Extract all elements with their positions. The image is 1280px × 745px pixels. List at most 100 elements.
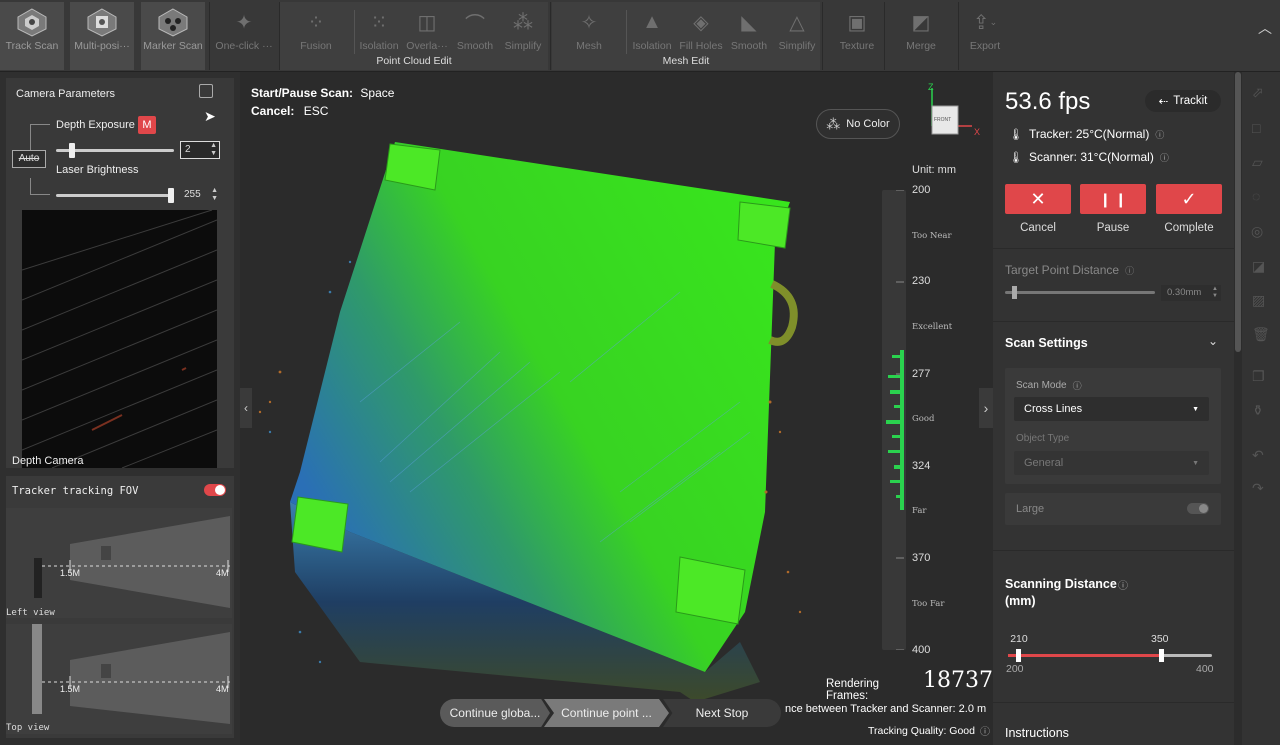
connected-select-icon[interactable]: ◎	[1251, 223, 1263, 240]
info-icon[interactable]: ⓘ	[1118, 578, 1128, 595]
pause-label: Pause	[1096, 222, 1130, 234]
marker-scan-button[interactable]: Marker Scan	[141, 2, 205, 70]
step-continue-point[interactable]: Continue point ...	[544, 699, 669, 727]
target-point-distance-slider[interactable]	[1005, 286, 1155, 299]
chevron-right-icon: ›	[983, 400, 989, 416]
tracker-fov-title: Tracker tracking FOV	[12, 485, 139, 497]
point-cloud-edit-label: Point Cloud Edit	[376, 55, 452, 67]
right-panel-scrollbar[interactable]	[1234, 72, 1242, 745]
dropdown-arrow-icon: ▼	[1192, 459, 1199, 467]
complete-scan-button[interactable]: ✓	[1156, 184, 1222, 214]
one-click-button[interactable]: ✦ One-click ···	[212, 2, 276, 66]
overlap-label: Overla···	[406, 40, 448, 52]
scale-value-230: 230	[912, 275, 931, 287]
collapse-left-panel-button[interactable]: ‹	[240, 388, 252, 428]
fov-near-label-top: 1.5M	[60, 684, 81, 694]
target-point-distance-input[interactable]: 0.30mm ▲ ▼	[1161, 285, 1221, 301]
isolation-icon: ⁙	[370, 11, 388, 34]
stepper-icon[interactable]: ▲ ▼	[210, 142, 217, 158]
3d-viewport[interactable]: Start/Pause Scan: Space Cancel: ESC ⁂ No…	[240, 72, 993, 745]
range-high-value: 350	[1151, 633, 1169, 645]
scan-mode-select[interactable]: Cross Lines ▼	[1014, 397, 1209, 421]
view-cube[interactable]: Z X FRONT	[920, 80, 980, 140]
scan-settings-title: Scan Settings	[1005, 336, 1088, 350]
large-label: Large	[1016, 503, 1045, 515]
depth-camera-label: Depth Camera	[12, 455, 84, 467]
step-next-stop[interactable]: Next Stop	[663, 699, 781, 727]
scale-value-370: 370	[912, 552, 931, 564]
depth-exposure-slider[interactable]	[56, 143, 174, 158]
track-scan-button[interactable]: Track Scan	[0, 2, 64, 70]
auto-toggle[interactable]: Auto	[12, 150, 46, 168]
redo-icon[interactable]: ↷	[1252, 480, 1264, 497]
mesh-simplify-icon: △	[789, 11, 805, 34]
depth-exposure-input[interactable]: 2 ▲ ▼	[180, 141, 220, 159]
texture-button[interactable]: ▣ Texture	[834, 2, 880, 66]
info-icon[interactable]: ⓘ	[1073, 379, 1082, 392]
complete-label: Complete	[1164, 222, 1214, 234]
target-point-distance-thumb[interactable]	[1012, 286, 1018, 299]
rectangle-select-icon[interactable]: □	[1252, 120, 1260, 136]
brush-select-icon[interactable]: ◌	[1252, 188, 1260, 204]
fusion-icon: ⁘	[307, 11, 325, 34]
stepper-icon[interactable]: ▲ ▼	[211, 187, 218, 203]
scale-too-near: Too Near	[912, 231, 952, 241]
pointer-icon[interactable]: ⬀	[1252, 84, 1264, 101]
scale-value-324: 324	[912, 460, 931, 472]
merge-button[interactable]: ◩ Merge	[898, 2, 944, 66]
pause-icon: ❙ ❙	[1099, 190, 1127, 207]
info-icon[interactable]: ⓘ	[1155, 128, 1164, 141]
large-toggle[interactable]	[1187, 503, 1209, 514]
delete-icon[interactable]: 🗑	[1252, 326, 1270, 343]
range-low-thumb[interactable]	[1016, 649, 1022, 662]
laser-brightness-slider[interactable]	[56, 188, 174, 203]
export-button[interactable]: ⇪ ⌄ Export	[962, 2, 1008, 66]
laser-brightness-thumb[interactable]	[168, 188, 174, 203]
scrollbar-thumb[interactable]	[1235, 72, 1241, 352]
scan-mode-value: Cross Lines	[1024, 403, 1083, 415]
info-icon[interactable]: ⓘ	[1160, 151, 1169, 164]
object-type-select[interactable]: General ▼	[1014, 451, 1209, 475]
collapse-toolbar-icon[interactable]: ︿	[1258, 18, 1272, 38]
multi-position-button[interactable]: Multi-posi···	[70, 2, 134, 70]
scanning-distance-slider[interactable]	[1008, 649, 1212, 662]
range-low-value: 210	[1010, 633, 1028, 645]
stepper-icon[interactable]: ▲ ▼	[1212, 286, 1218, 300]
copy-icon[interactable]: ❐	[1252, 368, 1265, 385]
pause-scan-button[interactable]: ❙ ❙	[1080, 184, 1146, 214]
scanning-distance-unit: (mm)	[1005, 594, 1036, 608]
depth-exposure-thumb[interactable]	[69, 143, 76, 158]
fps-counter: 53.6 fps	[1005, 88, 1091, 115]
cancel-scan-button[interactable]: ✕	[1005, 184, 1071, 214]
chevron-down-icon[interactable]: ⌄	[1208, 334, 1218, 348]
clear-select-icon[interactable]: ▨	[1252, 292, 1265, 309]
lasso-select-icon[interactable]: ▱	[1252, 154, 1263, 171]
scale-value-200: 200	[912, 184, 931, 196]
no-color-button[interactable]: ⁂ No Color	[816, 109, 900, 139]
info-icon[interactable]: ⓘ	[1125, 264, 1134, 277]
undo-icon[interactable]: ↶	[1252, 447, 1264, 464]
invert-select-icon[interactable]: ◪	[1252, 258, 1265, 275]
overlap-icon: ◫	[417, 11, 437, 34]
target-point-distance-value: 0.30mm	[1167, 287, 1202, 298]
tracker-fov-toggle[interactable]	[204, 484, 226, 496]
mouse-cursor-icon: ➤	[204, 108, 216, 124]
dropdown-arrow-icon: ▼	[1192, 405, 1199, 413]
info-icon[interactable]: ⓘ	[980, 723, 990, 738]
collapse-right-panel-button[interactable]: ›	[979, 388, 993, 428]
mesh-simplify-label: Simplify	[778, 40, 816, 52]
popout-icon[interactable]	[199, 84, 213, 98]
laser-brightness-value: 255	[184, 189, 201, 200]
laser-brightness-input[interactable]: 255 ▲ ▼	[180, 186, 220, 204]
trackit-button[interactable]: ⇠ Trackit	[1145, 90, 1221, 112]
range-high-thumb[interactable]	[1159, 649, 1164, 662]
step-next-stop-label: Next Stop	[695, 706, 749, 720]
step-continue-global[interactable]: Continue globa...	[440, 699, 550, 727]
texture-icon: ▣	[847, 11, 867, 34]
scale-excellent: Excellent	[912, 322, 953, 332]
clean-icon[interactable]: ⚱	[1252, 402, 1264, 419]
mesh-smooth-label: Smooth	[730, 40, 768, 52]
camera-parameters-title: Camera Parameters	[16, 88, 116, 100]
manual-mode-badge[interactable]: M	[138, 116, 156, 134]
scale-value-277: 277	[912, 368, 931, 380]
